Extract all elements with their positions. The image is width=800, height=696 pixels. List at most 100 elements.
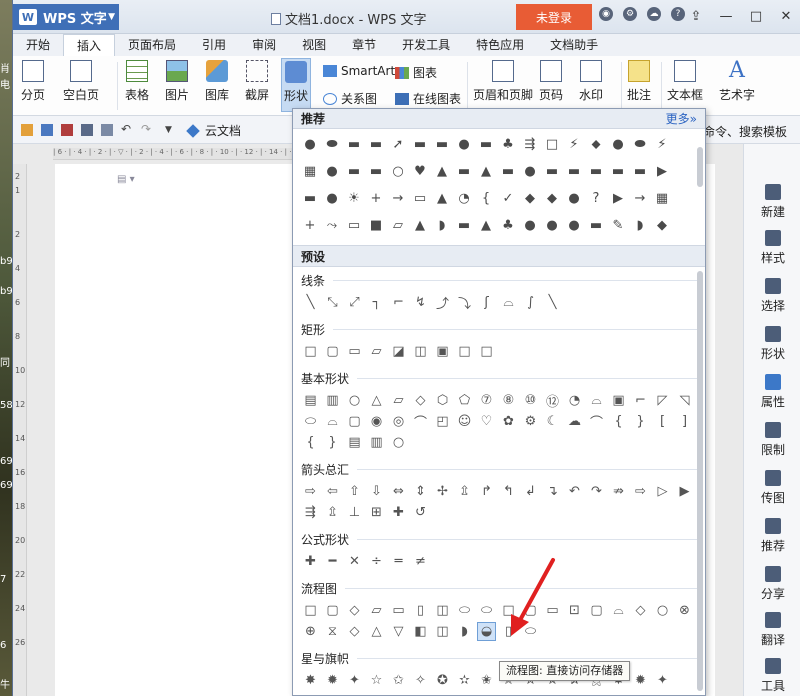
shape-icon[interactable]: ◰	[433, 412, 452, 431]
shape-icon[interactable]: ◗	[431, 214, 453, 236]
shape-icon[interactable]: □	[301, 342, 320, 361]
shape-icon[interactable]: ▣	[433, 342, 452, 361]
tab-references[interactable]: 引用	[189, 34, 239, 56]
shape-icon[interactable]: ◔	[453, 187, 475, 209]
sidebar-item-properties[interactable]: 属性	[744, 374, 800, 410]
shape-icon[interactable]: ◫	[433, 601, 452, 620]
sidebar-item-tools[interactable]: 工具	[744, 658, 800, 694]
shape-icon[interactable]: ●	[519, 160, 541, 182]
shape-icon[interactable]: ━	[323, 552, 342, 571]
shape-icon[interactable]: ☁	[565, 412, 584, 431]
shape-icon[interactable]: ◆	[541, 187, 563, 209]
shape-icon[interactable]: ◹	[675, 391, 694, 410]
shape-icon[interactable]: ⬭	[477, 601, 496, 620]
shape-icon[interactable]: ◫	[433, 622, 452, 641]
print-preview-icon[interactable]	[101, 124, 113, 136]
shape-icon[interactable]: ▤	[345, 433, 364, 452]
shape-icon[interactable]: □	[477, 342, 496, 361]
shape-icon[interactable]: ○	[389, 433, 408, 452]
shape-icon[interactable]: ⬬	[629, 133, 651, 155]
shape-icon[interactable]: ↴	[543, 482, 562, 501]
sidebar-item-share[interactable]: 分享	[744, 566, 800, 602]
shape-icon[interactable]: ∫	[521, 293, 540, 312]
page-break-button[interactable]: 分页	[21, 60, 45, 103]
gallery-button[interactable]: 图库	[205, 60, 229, 103]
header-footer-button[interactable]: 页眉和页脚	[473, 60, 533, 103]
cloud-doc-tab[interactable]: 云文档	[186, 122, 241, 139]
shape-icon[interactable]: ▭	[345, 342, 364, 361]
tab-page-layout[interactable]: 页面布局	[115, 34, 189, 56]
shape-icon[interactable]: ☀	[343, 187, 365, 209]
shape-icon[interactable]: ↰	[499, 482, 518, 501]
shape-icon[interactable]: {	[301, 433, 320, 452]
maximize-button[interactable]: □	[741, 4, 771, 28]
shape-icon[interactable]: ▬	[409, 133, 431, 155]
shape-icon[interactable]: △	[367, 391, 386, 410]
shape-icon[interactable]: ⌓	[499, 293, 518, 312]
shape-icon[interactable]: ✓	[497, 187, 519, 209]
shape-icon[interactable]: ▱	[367, 342, 386, 361]
shape-icon[interactable]: ▱	[367, 601, 386, 620]
shape-icon[interactable]: ✪	[433, 671, 452, 690]
shape-icon[interactable]: ◸	[653, 391, 672, 410]
shape-icon[interactable]: ◪	[389, 342, 408, 361]
shape-icon[interactable]: }	[323, 433, 342, 452]
shape-icon[interactable]: ⬭	[301, 412, 320, 431]
shape-icon[interactable]: ▭	[409, 187, 431, 209]
shape-icon[interactable]: ⊡	[565, 601, 584, 620]
shape-icon[interactable]: ▤	[301, 391, 320, 410]
open-folder-icon[interactable]	[21, 124, 33, 136]
shape-icon[interactable]: ?	[585, 187, 607, 209]
shape-icon[interactable]: ⇔	[389, 482, 408, 501]
save-icon[interactable]	[41, 124, 53, 136]
sidebar-item-restrict[interactable]: 限制	[744, 422, 800, 458]
shape-icon[interactable]: ●	[563, 187, 585, 209]
shape-icon[interactable]: ◇	[411, 391, 430, 410]
shape-icon[interactable]: ▷	[653, 482, 672, 501]
shape-icon[interactable]: ⇶	[519, 133, 541, 155]
shape-icon[interactable]: ⬥	[585, 133, 607, 155]
shape-icon[interactable]: ↷	[587, 482, 606, 501]
shapes-button[interactable]: 形状	[281, 58, 312, 112]
close-button[interactable]: ✕	[771, 4, 800, 28]
shape-icon[interactable]: →	[629, 187, 651, 209]
shape-icon[interactable]: ↱	[477, 482, 496, 501]
shape-icon[interactable]: ⌓	[323, 412, 342, 431]
shape-icon[interactable]: ▬	[453, 214, 475, 236]
shape-icon[interactable]: ◔	[565, 391, 584, 410]
shape-icon[interactable]: ▬	[365, 133, 387, 155]
shape-icon[interactable]: ☾	[543, 412, 562, 431]
tab-review[interactable]: 审阅	[239, 34, 289, 56]
shape-icon[interactable]: ⑩	[521, 391, 540, 410]
sidebar-item-style[interactable]: 样式	[744, 230, 800, 266]
shape-icon[interactable]: ↶	[565, 482, 584, 501]
shape-icon[interactable]: ▦	[299, 160, 321, 182]
shape-icon[interactable]: ▢	[323, 601, 342, 620]
shape-icon[interactable]: ⬬	[321, 133, 343, 155]
shape-icon[interactable]: ●	[453, 133, 475, 155]
shape-icon[interactable]: ⇕	[411, 482, 430, 501]
shape-icon[interactable]: ▢	[345, 412, 364, 431]
shape-icon[interactable]: ✩	[389, 671, 408, 690]
shape-icon[interactable]: ↺	[411, 503, 430, 522]
shape-icon[interactable]: ◇	[631, 601, 650, 620]
tab-insert[interactable]: 插入	[63, 34, 116, 56]
shape-icon[interactable]: ✸	[301, 671, 320, 690]
shape-icon[interactable]: ⌐	[631, 391, 650, 410]
sidebar-item-upload-image[interactable]: 传图	[744, 470, 800, 506]
shape-icon[interactable]: ⇧	[345, 482, 364, 501]
shape-icon[interactable]: ⬠	[455, 391, 474, 410]
shape-icon[interactable]: ↯	[411, 293, 430, 312]
login-button[interactable]: 未登录	[516, 4, 592, 30]
page-number-button[interactable]: 页码	[539, 60, 563, 103]
tab-doc-assistant[interactable]: 文档助手	[537, 34, 611, 56]
shape-icon[interactable]: ✧	[411, 671, 430, 690]
shape-icon[interactable]: ⑦	[477, 391, 496, 410]
shape-icon[interactable]: ▬	[497, 160, 519, 182]
shape-icon[interactable]: ✬	[477, 671, 496, 690]
shape-icon[interactable]: ■	[365, 214, 387, 236]
picture-button[interactable]: 图片	[165, 60, 189, 103]
shape-icon[interactable]: ●	[519, 214, 541, 236]
shape-icon[interactable]: ◇	[345, 601, 364, 620]
shape-icon[interactable]: ⑫	[543, 391, 562, 410]
